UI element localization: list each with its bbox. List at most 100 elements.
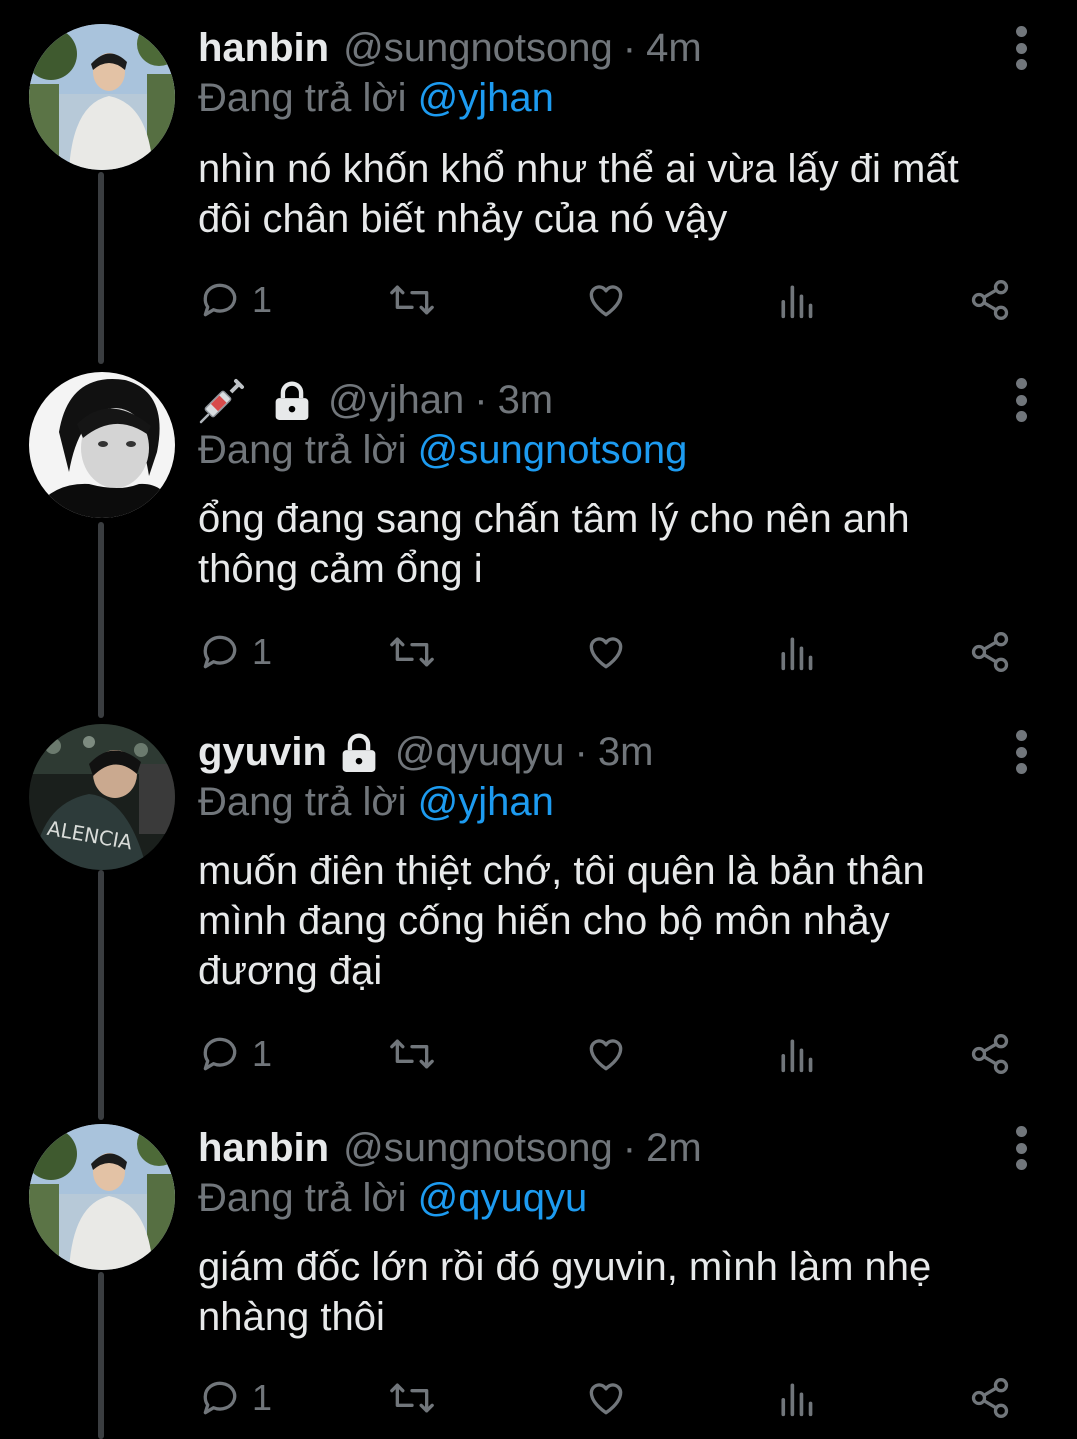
user-handle[interactable]: @sungnotsong	[343, 20, 613, 76]
reply-count: 1	[252, 1377, 273, 1418]
like-button[interactable]	[584, 276, 628, 324]
views-button[interactable]	[776, 276, 816, 324]
mention-link[interactable]: @yjhan	[418, 780, 554, 824]
tweet-text-line: ổng đang sang chấn tâm lý cho nên anh	[198, 497, 910, 541]
timestamp[interactable]: 2m	[646, 1120, 702, 1176]
tweet-text-line: đương đại	[198, 949, 383, 993]
analytics-icon	[781, 285, 813, 319]
tweet-actions: 1	[198, 1374, 1018, 1422]
lock-icon	[270, 380, 314, 420]
replying-to-label: Đang trả lời	[198, 76, 407, 120]
tweet-text-line: đôi chân biết nhảy của nó vậy	[198, 197, 728, 241]
display-name[interactable]: hanbin	[198, 1120, 329, 1176]
lock-icon	[337, 732, 381, 772]
tweet-text-line: nhìn nó khốn khổ như thể ai vừa lấy đi m…	[198, 147, 959, 191]
reply-button[interactable]: 1	[198, 1374, 272, 1422]
tweet-text: giám đốc lớn rồi đó gyuvin, mình làm nhẹ…	[198, 1242, 1028, 1342]
reply-button[interactable]: 1	[198, 276, 272, 324]
mention-link[interactable]: @sungnotsong	[418, 428, 688, 472]
separator-dot: ·	[574, 730, 588, 774]
tweet[interactable]: hanbin @sungnotsong · 4m Đang trả lời @y…	[0, 20, 1077, 350]
retweet-button[interactable]	[388, 628, 436, 676]
user-handle[interactable]: @qyuqyu	[395, 724, 565, 780]
tweet-actions: 1	[198, 628, 1018, 676]
timestamp[interactable]: 4m	[646, 20, 702, 76]
avatar[interactable]	[29, 372, 175, 518]
views-button[interactable]	[776, 1374, 816, 1422]
avatar[interactable]: ALENCIA	[29, 724, 175, 870]
mention-link[interactable]: @qyuqyu	[418, 1176, 588, 1220]
tweet-text-line: muốn điên thiệt chớ, tôi quên là bản thâ…	[198, 849, 925, 893]
user-handle[interactable]: @yjhan	[328, 372, 464, 428]
display-name[interactable]: gyuvin	[198, 724, 327, 780]
share-button[interactable]	[968, 1374, 1012, 1422]
syringe-icon	[198, 375, 248, 425]
analytics-icon	[781, 637, 813, 671]
like-button[interactable]	[584, 1374, 628, 1422]
share-button[interactable]	[968, 276, 1012, 324]
tweet-text-line: thông cảm ổng i	[198, 547, 483, 591]
separator-dot: ·	[622, 26, 637, 70]
analytics-icon	[781, 1039, 813, 1073]
tweet-text-line: mình đang cống hiến cho bộ môn nhảy	[198, 899, 890, 943]
reply-button[interactable]: 1	[198, 1030, 272, 1078]
timestamp[interactable]: 3m	[498, 372, 554, 428]
more-options-icon[interactable]	[1015, 378, 1027, 422]
tweet-text: nhìn nó khốn khổ như thể ai vừa lấy đi m…	[198, 144, 1028, 244]
avatar-photo	[29, 1124, 175, 1270]
tweet-header: hanbin @sungnotsong · 2m	[198, 1120, 702, 1176]
mention-link[interactable]: @yjhan	[418, 76, 554, 120]
tweet-actions: 1	[198, 276, 1018, 324]
avatar[interactable]	[29, 24, 175, 170]
like-button[interactable]	[584, 628, 628, 676]
views-button[interactable]	[776, 1030, 816, 1078]
tweet-text-line: giám đốc lớn rồi đó gyuvin, mình làm nhẹ	[198, 1245, 932, 1289]
tweet-header: @yjhan · 3m	[198, 372, 553, 428]
like-button[interactable]	[584, 1030, 628, 1078]
tweet[interactable]: @yjhan · 3m Đang trả lời @sungnotsong ổn…	[0, 372, 1077, 702]
reply-icon	[203, 1037, 237, 1071]
avatar[interactable]	[29, 1124, 175, 1270]
heart-icon	[589, 285, 623, 317]
separator-dot: ·	[474, 378, 488, 422]
share-icon	[971, 1378, 1009, 1418]
replying-to: Đang trả lời @yjhan	[198, 70, 554, 126]
user-handle[interactable]: @sungnotsong	[343, 1120, 613, 1176]
retweet-icon	[390, 1039, 434, 1069]
heart-icon	[589, 637, 623, 669]
tweet[interactable]: hanbin @sungnotsong · 2m Đang trả lời @q…	[0, 1120, 1077, 1439]
timestamp[interactable]: 3m	[598, 724, 654, 780]
display-name[interactable]: hanbin	[198, 20, 329, 76]
share-button[interactable]	[968, 1030, 1012, 1078]
more-options-icon[interactable]	[1015, 26, 1027, 70]
replying-to-label: Đang trả lời	[198, 428, 407, 472]
tweet[interactable]: ALENCIA gyuvin @qyuqyu · 3m Đang trả lời…	[0, 724, 1077, 1104]
share-icon	[971, 632, 1009, 672]
tweet-text-line: nhàng thôi	[198, 1295, 385, 1339]
tweet-text: muốn điên thiệt chớ, tôi quên là bản thâ…	[198, 846, 1028, 996]
retweet-icon	[390, 285, 434, 315]
replying-to: Đang trả lời @sungnotsong	[198, 422, 687, 478]
share-icon	[971, 280, 1009, 320]
avatar-photo	[29, 372, 175, 518]
replying-to: Đang trả lời @qyuqyu	[198, 1170, 587, 1226]
more-options-icon[interactable]	[1015, 1126, 1027, 1170]
reply-icon	[203, 283, 237, 317]
retweet-button[interactable]	[388, 1030, 436, 1078]
retweet-button[interactable]	[388, 1374, 436, 1422]
reply-count: 1	[252, 631, 273, 672]
share-icon	[971, 1034, 1009, 1074]
tweet-text: ổng đang sang chấn tâm lý cho nên anh th…	[198, 494, 1028, 594]
tweet-actions: 1	[198, 1030, 1018, 1078]
tweet-header: gyuvin @qyuqyu · 3m	[198, 724, 653, 780]
reply-icon	[203, 1381, 237, 1415]
reply-button[interactable]: 1	[198, 628, 272, 676]
share-button[interactable]	[968, 628, 1012, 676]
more-options-icon[interactable]	[1015, 730, 1027, 774]
reply-count: 1	[252, 279, 273, 320]
views-button[interactable]	[776, 628, 816, 676]
replying-to-label: Đang trả lời	[198, 1176, 407, 1220]
heart-icon	[589, 1383, 623, 1415]
analytics-icon	[781, 1383, 813, 1417]
retweet-button[interactable]	[388, 276, 436, 324]
